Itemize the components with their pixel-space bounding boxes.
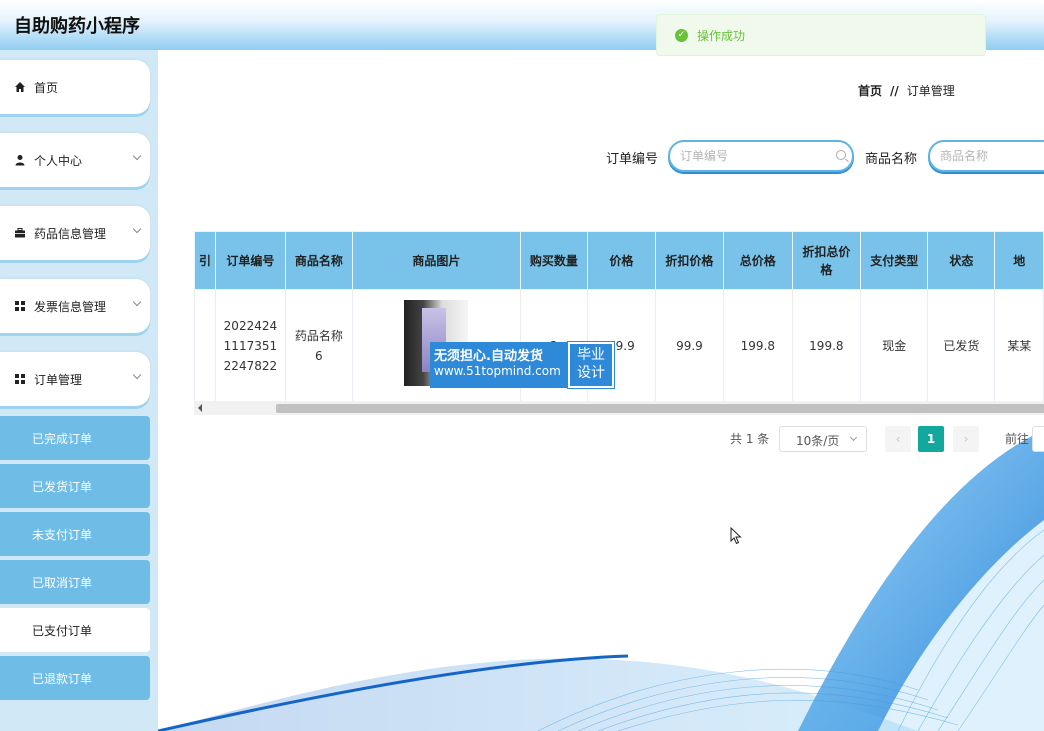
cell-discount-price: 99.9 — [654, 289, 724, 401]
briefcase-icon — [14, 227, 26, 239]
chevron-down-icon — [132, 297, 142, 307]
sidebar-subitem-cancelled-orders[interactable]: 已取消订单 — [0, 560, 150, 604]
cell-index — [194, 289, 217, 401]
column-header: 折扣总价格 — [791, 231, 862, 290]
cell-pay-type: 现金 — [860, 289, 929, 401]
sidebar-item-home[interactable]: 首页 — [0, 60, 150, 114]
column-header: 状态 — [927, 231, 996, 290]
column-header: 支付类型 — [860, 231, 929, 290]
column-header: 商品图片 — [351, 231, 521, 290]
sidebar-item-drug-info[interactable]: 药品信息管理 — [0, 206, 150, 260]
page-size-value: 10条/页 — [796, 434, 840, 448]
chevron-down-icon — [132, 224, 142, 234]
scrollbar-thumb[interactable] — [276, 404, 1044, 413]
pagination-goto-label: 前往 — [1005, 432, 1030, 446]
chevron-down-icon — [132, 151, 142, 161]
breadcrumb-current: 订单管理 — [906, 84, 955, 98]
order-number-line: 1117351 — [223, 338, 278, 353]
cell-product-name: 药品名称 6 — [284, 289, 353, 401]
sidebar-subitem-shipped-orders[interactable]: 已发货订单 — [0, 464, 150, 508]
breadcrumb-separator: // — [890, 84, 899, 98]
order-number-input[interactable] — [668, 140, 854, 172]
breadcrumb-home[interactable]: 首页 — [858, 84, 882, 98]
watermark-banner: 无须担心.自动发货 www.51topmind.com 毕业 设计 — [430, 341, 615, 389]
orders-table: 引 订单编号 商品名称 商品图片 购买数量 价格 折扣价格 总价格 折扣总价格 … — [194, 231, 1044, 401]
sidebar-item-order-management[interactable]: 订单管理 — [0, 352, 150, 406]
column-header: 购买数量 — [519, 231, 588, 290]
cell-order-number: 2022424 1117351 2247822 — [215, 289, 286, 401]
sidebar-item-label: 首页 — [34, 80, 59, 95]
order-number-line: 2247822 — [223, 358, 278, 373]
breadcrumb: 首页 // 订单管理 — [858, 82, 955, 99]
sidebar: 首页 个人中心 药品信息管理 发票信息管理 订单管理 已完成订单 已发货订单 未… — [0, 50, 158, 731]
sidebar-subitem-paid-orders[interactable]: 已支付订单 — [0, 608, 150, 652]
order-number-line: 2022424 — [223, 318, 278, 333]
check-circle-icon: ✓ — [675, 28, 688, 42]
column-header: 商品名称 — [284, 231, 353, 290]
scroll-left-icon[interactable] — [198, 404, 202, 412]
chevron-down-icon — [849, 433, 858, 442]
column-header: 价格 — [586, 231, 656, 290]
cell-address: 某某 — [994, 289, 1044, 401]
column-header: 折扣价格 — [654, 231, 724, 290]
page-size-select[interactable]: 10条/页 — [779, 426, 867, 452]
home-icon — [14, 81, 26, 93]
sidebar-subitem-completed-orders[interactable]: 已完成订单 — [0, 416, 150, 460]
table-row[interactable]: 2022424 1117351 2247822 药品名称 6 2 99.9 99… — [194, 289, 1044, 401]
prev-page-button[interactable]: ‹ — [885, 426, 911, 452]
sidebar-item-invoice-info[interactable]: 发票信息管理 — [0, 279, 150, 333]
main-content: 首页 // 订单管理 订单编号 商品名称 引 订单编号 商品名称 商品图片 购买数量… — [158, 50, 1044, 731]
mouse-cursor-icon — [730, 527, 742, 545]
watermark-badge-line1: 毕业 — [577, 347, 605, 363]
sidebar-subitem-refunded-orders[interactable]: 已退款订单 — [0, 656, 150, 700]
watermark-badge-line2: 设计 — [577, 365, 605, 381]
sidebar-item-label: 个人中心 — [34, 153, 83, 168]
chevron-left-icon: ‹ — [895, 432, 901, 446]
goto-page-input[interactable] — [1032, 426, 1044, 452]
column-header: 总价格 — [722, 231, 793, 290]
watermark-badge: 毕业 设计 — [567, 341, 615, 389]
search-icon[interactable] — [836, 150, 846, 160]
column-header: 地 — [994, 231, 1044, 290]
order-number-label: 订单编号 — [606, 152, 659, 167]
sidebar-item-label: 发票信息管理 — [34, 299, 107, 314]
sidebar-item-label: 订单管理 — [34, 372, 83, 387]
toast-message: 操作成功 — [697, 28, 746, 43]
column-header: 引 — [194, 231, 217, 290]
page-number-current[interactable]: 1 — [918, 426, 944, 452]
product-name-input[interactable] — [928, 140, 1044, 172]
chevron-right-icon: › — [963, 432, 969, 446]
success-toast: ✓ 操作成功 — [656, 14, 986, 56]
sidebar-item-personal-center[interactable]: 个人中心 — [0, 133, 150, 187]
user-icon — [14, 154, 26, 166]
pagination-total: 共 1 条 — [730, 432, 770, 446]
sidebar-subitem-unpaid-orders[interactable]: 未支付订单 — [0, 512, 150, 556]
watermark-line2: www.51topmind.com — [434, 364, 561, 378]
next-page-button[interactable]: › — [953, 426, 979, 452]
sidebar-item-label: 药品信息管理 — [34, 226, 107, 241]
column-header: 订单编号 — [215, 231, 286, 290]
horizontal-scrollbar[interactable] — [194, 401, 1044, 415]
app-title: 自助购药小程序 — [14, 16, 140, 37]
product-name-line: 6 — [315, 348, 323, 363]
chevron-down-icon — [132, 370, 142, 380]
cell-total-price: 199.8 — [722, 289, 793, 401]
watermark-line1: 无须担心.自动发货 — [434, 349, 543, 364]
cell-status: 已发货 — [927, 289, 996, 401]
grid-icon — [14, 373, 26, 385]
grid-icon — [14, 300, 26, 312]
table-header-row: 引 订单编号 商品名称 商品图片 购买数量 价格 折扣价格 总价格 折扣总价格 … — [194, 231, 1044, 290]
product-name-label: 商品名称 — [865, 152, 918, 167]
cell-discount-total: 199.8 — [791, 289, 862, 401]
product-name-line: 药品名称 — [294, 328, 343, 343]
watermark-text: 无须担心.自动发货 www.51topmind.com — [430, 342, 568, 388]
